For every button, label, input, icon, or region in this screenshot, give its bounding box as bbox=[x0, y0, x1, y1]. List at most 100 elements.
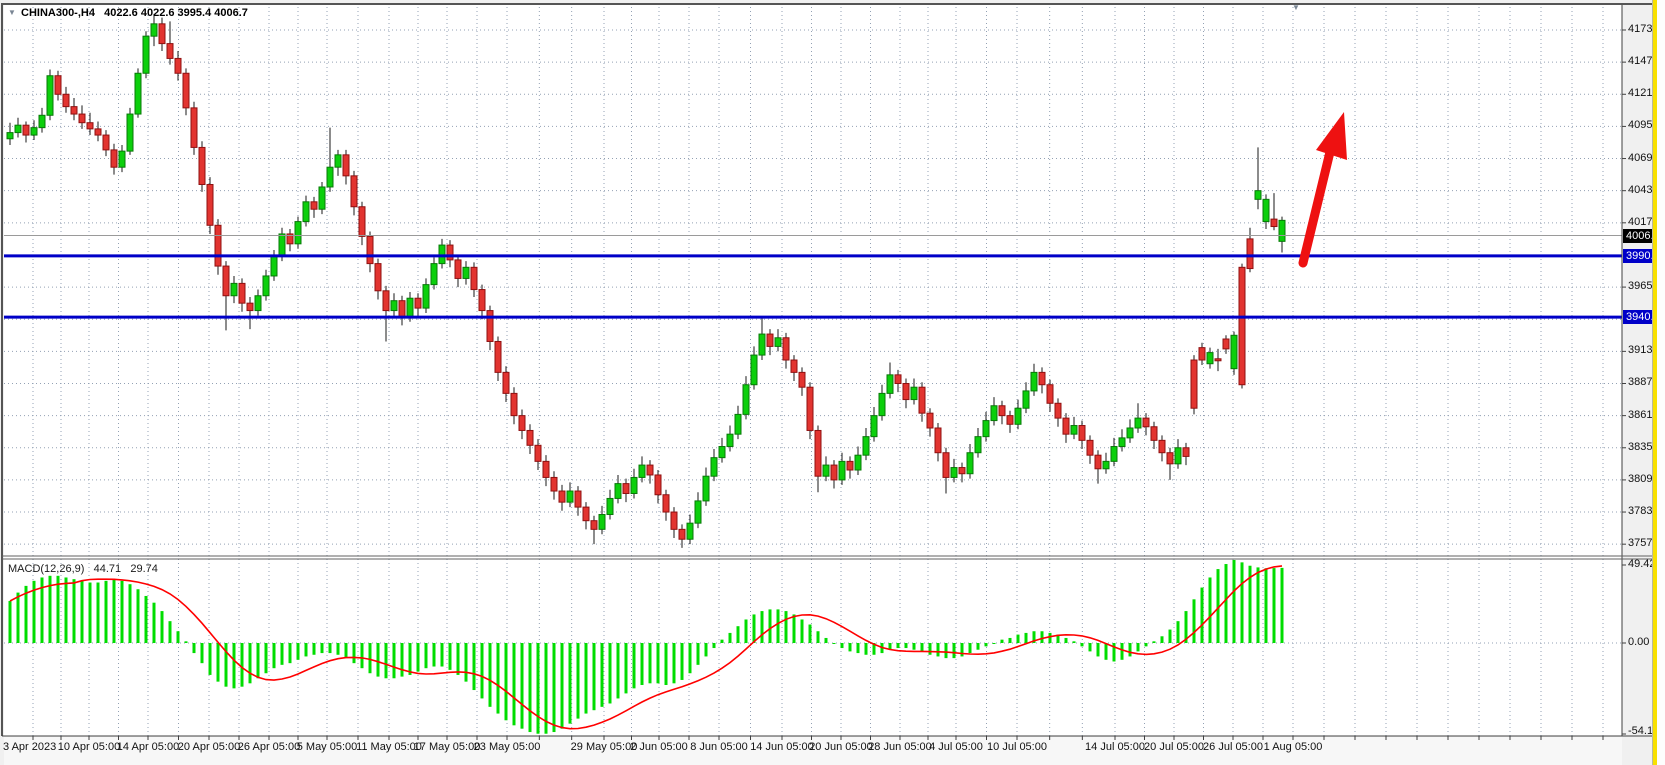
macd-histogram-bar bbox=[233, 643, 236, 688]
macd-histogram-bar bbox=[249, 643, 252, 683]
candle-body bbox=[255, 296, 261, 311]
macd-histogram-bar bbox=[513, 643, 516, 725]
candle-body bbox=[503, 372, 509, 393]
candle-body bbox=[719, 447, 725, 458]
candle-body bbox=[935, 428, 941, 453]
candle-body bbox=[727, 434, 733, 446]
date-axis-label: 17 May 05:00 bbox=[414, 741, 481, 753]
macd-histogram-bar bbox=[97, 583, 100, 643]
date-axis-label: 10 Jul 05:00 bbox=[987, 741, 1047, 753]
macd-histogram-bar bbox=[897, 643, 900, 648]
candle-body bbox=[959, 468, 965, 474]
macd-histogram-bar bbox=[929, 643, 932, 655]
macd-histogram-bar bbox=[385, 643, 388, 678]
macd-histogram-bar bbox=[1225, 564, 1228, 643]
macd-histogram-bar bbox=[465, 643, 468, 682]
candle-body bbox=[127, 114, 133, 151]
candle-body bbox=[543, 461, 549, 477]
panel-collapse-icon[interactable]: ▼ bbox=[1292, 4, 1300, 12]
candle-body bbox=[191, 108, 197, 148]
macd-histogram-bar bbox=[1209, 577, 1212, 643]
date-axis-label: 8 Jun 05:00 bbox=[690, 741, 748, 753]
macd-histogram-bar bbox=[665, 643, 668, 685]
macd-histogram-bar bbox=[625, 643, 628, 693]
macd-histogram-bar bbox=[9, 601, 12, 643]
macd-histogram-bar bbox=[713, 643, 716, 648]
macd-indicator-label: MACD(12,26,9) 44.71 29.74 bbox=[8, 563, 158, 575]
candle-body bbox=[471, 267, 477, 289]
macd-histogram-bar bbox=[1017, 635, 1020, 643]
macd-histogram-bar bbox=[841, 643, 844, 648]
macd-histogram-bar bbox=[241, 643, 244, 687]
candle-body bbox=[495, 341, 501, 372]
candle-body bbox=[7, 133, 13, 139]
candle-body bbox=[327, 167, 333, 187]
macd-histogram-bar bbox=[161, 611, 164, 643]
chevron-down-icon[interactable]: ▼ bbox=[8, 9, 16, 17]
trend-arrow-head[interactable] bbox=[1316, 112, 1347, 160]
macd-histogram-bar bbox=[153, 603, 156, 643]
macd-histogram-bar bbox=[969, 643, 972, 653]
macd-histogram-bar bbox=[113, 579, 116, 643]
date-axis-label: 11 May 05:00 bbox=[356, 741, 422, 753]
candle-body bbox=[711, 458, 717, 477]
candle-body bbox=[799, 372, 805, 387]
macd-histogram-bar bbox=[433, 643, 436, 667]
macd-histogram-bar bbox=[905, 643, 908, 648]
macd-histogram-bar bbox=[657, 643, 660, 683]
candle-body bbox=[1143, 418, 1149, 427]
candle-body bbox=[1183, 448, 1189, 457]
macd-name-label: MACD(12,26,9) bbox=[8, 563, 84, 575]
candle-body bbox=[15, 125, 21, 132]
candle-body bbox=[1135, 418, 1141, 428]
macd-histogram-bar bbox=[353, 643, 356, 663]
date-axis-label: 14 Apr 05:00 bbox=[117, 741, 179, 753]
candle-body bbox=[23, 125, 29, 135]
macd-histogram-bar bbox=[137, 589, 140, 643]
macd-histogram-bar bbox=[449, 643, 452, 670]
macd-histogram-bar bbox=[1241, 562, 1244, 643]
candle-body bbox=[943, 453, 949, 478]
macd-histogram-bar bbox=[57, 576, 60, 643]
macd-histogram-bar bbox=[569, 643, 572, 724]
macd-histogram-bar bbox=[769, 609, 772, 643]
macd-histogram-bar bbox=[1161, 636, 1164, 643]
candle-body bbox=[1223, 339, 1229, 349]
macd-histogram-bar bbox=[833, 643, 836, 644]
macd-histogram-bar bbox=[369, 643, 372, 673]
macd-histogram-bar bbox=[321, 643, 324, 653]
macd-histogram-bar bbox=[601, 643, 604, 707]
candle-body bbox=[831, 465, 837, 480]
macd-histogram-bar bbox=[1009, 638, 1012, 643]
macd-histogram-bar bbox=[305, 643, 308, 656]
candle-body bbox=[1207, 353, 1213, 364]
macd-histogram-bar bbox=[793, 614, 796, 643]
candle-body bbox=[1063, 418, 1069, 434]
date-axis-label: 3 Apr 2023 bbox=[3, 741, 56, 753]
candle-body bbox=[999, 406, 1005, 416]
candle-body bbox=[359, 207, 365, 237]
macd-histogram-bar bbox=[737, 626, 740, 643]
candle-body bbox=[911, 387, 917, 399]
macd-histogram-bar bbox=[401, 643, 404, 677]
candle-body bbox=[663, 495, 669, 512]
chart-canvas[interactable] bbox=[0, 0, 1665, 765]
candle-body bbox=[1087, 440, 1093, 455]
candle-body bbox=[31, 128, 37, 135]
candle-body bbox=[199, 147, 205, 184]
macd-histogram-bar bbox=[721, 640, 724, 643]
date-axis-label: 26 Jul 05:00 bbox=[1203, 741, 1263, 753]
macd-histogram-bar bbox=[697, 643, 700, 665]
candle-body bbox=[599, 515, 605, 530]
macd-histogram-bar bbox=[1041, 631, 1044, 643]
macd-main-value: 44.71 bbox=[94, 563, 122, 575]
macd-histogram-bar bbox=[1065, 638, 1068, 643]
candle-body bbox=[271, 256, 277, 276]
macd-histogram-bar bbox=[257, 643, 260, 678]
candle-body bbox=[903, 383, 909, 399]
macd-histogram-bar bbox=[185, 641, 188, 643]
macd-histogram-bar bbox=[785, 611, 788, 643]
trend-arrow-shaft[interactable] bbox=[1303, 152, 1330, 263]
date-axis-label: 28 Jun 05:00 bbox=[868, 741, 932, 753]
macd-histogram-bar bbox=[193, 643, 196, 653]
